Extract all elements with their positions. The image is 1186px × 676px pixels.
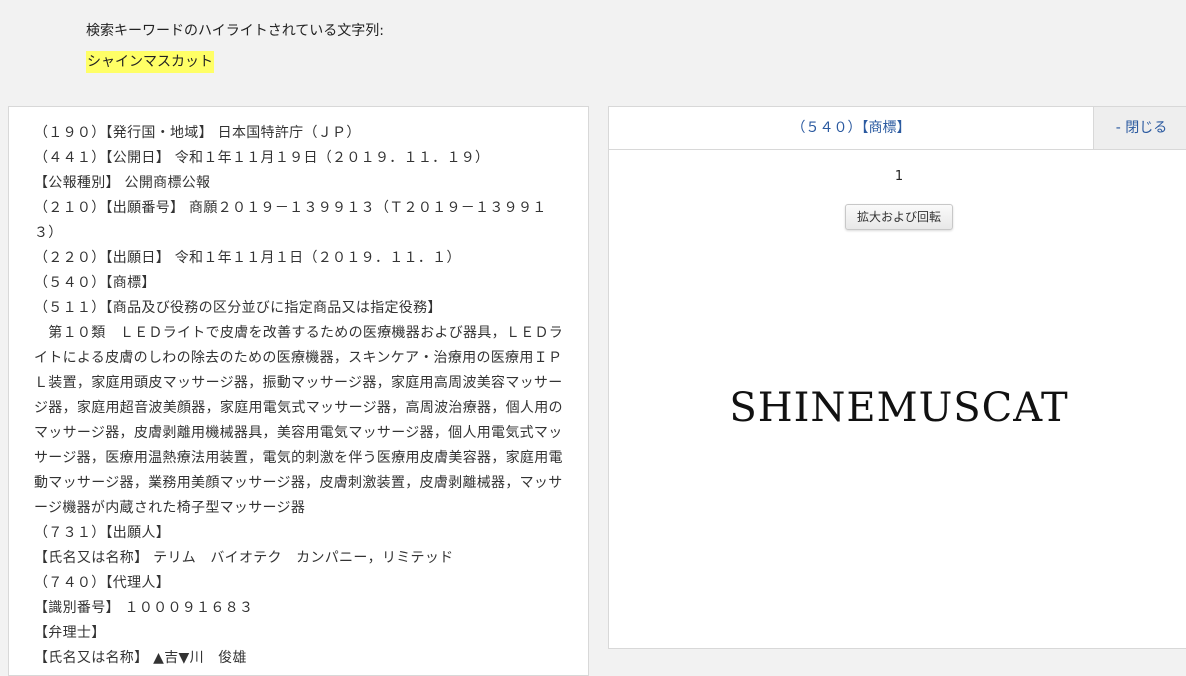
record-line: （２１０）【出願番号】 商願２０１９－１３９９１３（Ｔ２０１９－１３９９１３） [34, 200, 547, 241]
trademark-viewer: （５４０）【商標】 - 閉じる 1 拡大および回転 SHINEMUSCAT [608, 106, 1186, 649]
record-line: （１９０）【発行国・地域】 日本国特許庁（ＪＰ） [34, 125, 361, 141]
record-panel: （１９０）【発行国・地域】 日本国特許庁（ＪＰ） （４４１）【公開日】 令和１年… [8, 106, 589, 676]
viewer-tab-title[interactable]: （５４０）【商標】 [609, 107, 1093, 149]
record-line: （５４０）【商標】 [34, 275, 156, 291]
record-line: 【氏名又は名称】 テリム バイオテク カンパニー，リミテッド [34, 550, 454, 566]
record-line: （４４１）【公開日】 令和１年１１月１９日（２０１９．１１．１９） [34, 150, 490, 166]
record-line: （５１１）【商品及び役務の区分並びに指定商品又は指定役務】 [34, 300, 442, 316]
close-button[interactable]: - 閉じる [1093, 107, 1186, 149]
record-content: （１９０）【発行国・地域】 日本国特許庁（ＪＰ） （４４１）【公開日】 令和１年… [9, 107, 588, 671]
viewer-header: （５４０）【商標】 - 閉じる [609, 107, 1186, 150]
record-line: 第１０類 ＬＥＤライトで皮膚を改善するための医療機器および器具，ＬＥＤライトによ… [34, 325, 564, 516]
record-line: 【弁理士】 [34, 625, 106, 641]
highlighted-keyword: シャインマスカット [86, 51, 214, 73]
trademark-image: SHINEMUSCAT [729, 385, 1069, 431]
page-number: 1 [894, 169, 904, 184]
record-line: 【公報種別】 公開商標公報 [34, 175, 211, 191]
record-line: （７３１）【出願人】 [34, 525, 170, 541]
record-line: （７４０）【代理人】 [34, 575, 170, 591]
record-line: 【氏名又は名称】 ▲吉▼川 俊雄 [34, 650, 247, 666]
zoom-rotate-button[interactable]: 拡大および回転 [845, 204, 953, 230]
record-line: 【識別番号】 １０００９１６８３ [34, 600, 254, 616]
search-keyword-area: 検索キーワードのハイライトされている文字列: シャインマスカット [86, 20, 384, 73]
search-caption: 検索キーワードのハイライトされている文字列: [86, 23, 385, 39]
record-line: （２２０）【出願日】 令和１年１１月１日（２０１９．１１．１） [34, 250, 461, 266]
